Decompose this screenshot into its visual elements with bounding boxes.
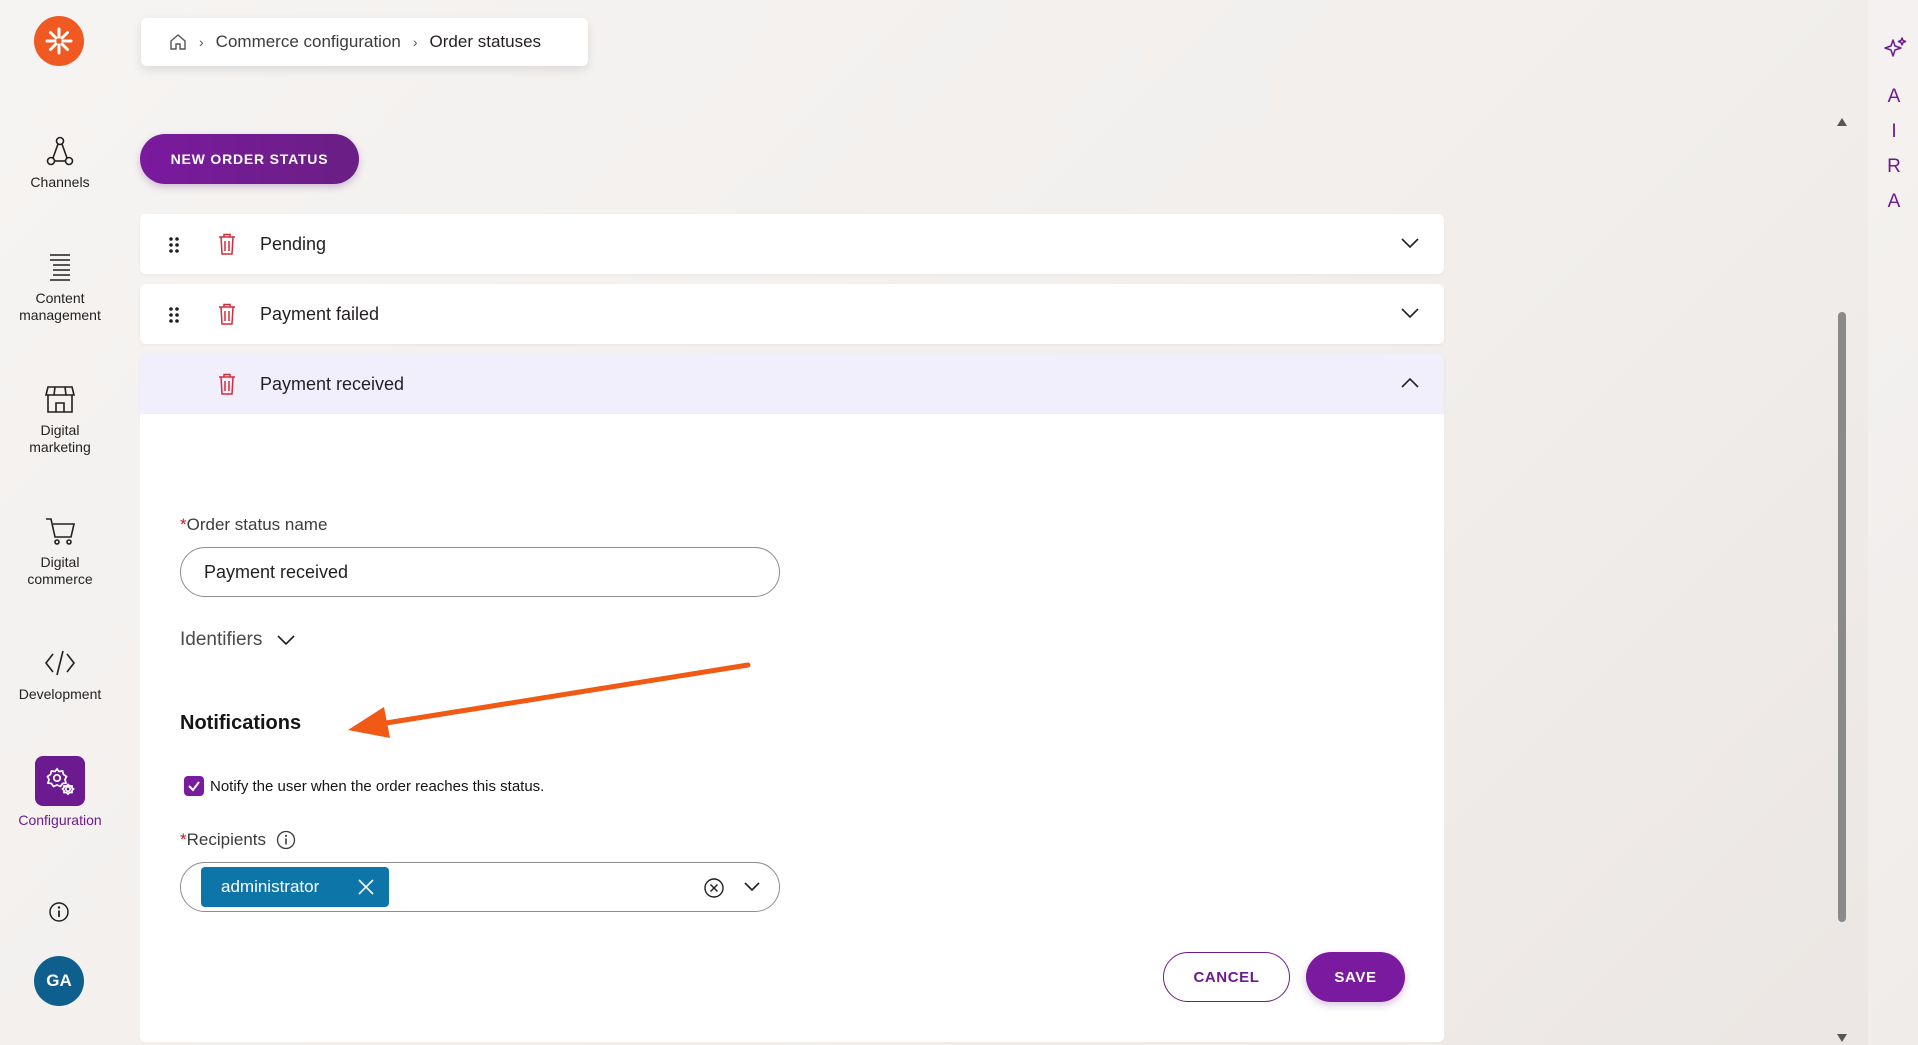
trash-icon[interactable]: [218, 373, 236, 395]
left-navigation: Channels Content management Digital mark…: [0, 0, 120, 1045]
recipients-label: * Recipients: [180, 830, 296, 850]
scrollbar-thumb[interactable]: [1838, 312, 1846, 922]
app-logo[interactable]: [34, 16, 84, 66]
nav-label: Configuration: [18, 812, 102, 828]
required-mark: *: [180, 515, 187, 534]
nav-label: Development: [18, 686, 102, 702]
order-status-form: *Order status name Identifiers Notificat…: [140, 414, 1444, 1042]
status-row-label: Payment received: [260, 373, 405, 394]
drag-handle-icon[interactable]: [168, 306, 180, 324]
recipients-label-text: Recipients: [186, 830, 266, 849]
notify-checkbox-row[interactable]: Notify the user when the order reaches t…: [184, 776, 544, 796]
order-status-name-input[interactable]: [180, 547, 780, 597]
channels-icon: [46, 136, 74, 166]
status-row-label: Pending: [260, 233, 327, 254]
order-status-name-label-text: Order status name: [186, 515, 328, 534]
logo-icon: [45, 27, 73, 55]
required-mark: *: [180, 830, 187, 849]
order-status-name-label: *Order status name: [180, 515, 327, 535]
nav-label: marketing: [29, 439, 91, 455]
breadcrumb-separator-icon: ›: [199, 34, 204, 50]
chevron-down-icon[interactable]: [743, 881, 761, 893]
nav-item-development[interactable]: Development: [0, 646, 120, 703]
nav-item-content-management[interactable]: Content management: [0, 250, 120, 324]
cancel-button[interactable]: CANCEL: [1163, 952, 1290, 1002]
storefront-icon: [44, 386, 76, 413]
breadcrumb: › Commerce configuration › Order statuse…: [141, 18, 588, 66]
gear-icon: [46, 767, 75, 796]
checkmark-icon: [188, 781, 200, 792]
trash-icon[interactable]: [218, 303, 236, 325]
status-row-payment-failed[interactable]: Payment failed: [140, 284, 1444, 344]
drag-handle-icon[interactable]: [168, 236, 180, 254]
breadcrumb-current: Order statuses: [429, 32, 542, 51]
nav-label: management: [19, 307, 101, 323]
aira-letter[interactable]: A: [1884, 191, 1904, 213]
home-icon[interactable]: [169, 33, 187, 51]
nav-label: Digital: [40, 422, 80, 438]
recipient-tag: administrator: [201, 867, 389, 907]
nav-item-channels[interactable]: Channels: [0, 134, 120, 191]
info-icon[interactable]: [48, 901, 70, 923]
clear-all-icon[interactable]: [703, 877, 725, 899]
nav-item-configuration[interactable]: Configuration: [0, 756, 120, 829]
breadcrumb-link[interactable]: Commerce configuration: [216, 32, 401, 52]
content-list-icon: [50, 254, 70, 281]
chevron-down-icon: [277, 635, 295, 646]
recipient-tag-label: administrator: [221, 877, 320, 896]
configuration-icon-box: [35, 756, 85, 806]
nav-item-digital-marketing[interactable]: Digital marketing: [0, 382, 120, 456]
aira-letter[interactable]: R: [1884, 156, 1904, 178]
notify-label: Notify the user when the order reaches t…: [210, 777, 545, 795]
status-row-label: Payment failed: [260, 303, 380, 324]
trash-icon[interactable]: [218, 233, 236, 255]
user-avatar[interactable]: GA: [34, 956, 84, 1006]
recipients-multiselect[interactable]: administrator: [180, 862, 780, 912]
aira-letter[interactable]: I: [1884, 121, 1904, 143]
save-button[interactable]: SAVE: [1306, 952, 1405, 1002]
annotation-arrow: [348, 662, 751, 738]
nav-label: Digital: [40, 554, 80, 570]
scroll-up-icon[interactable]: [1837, 118, 1847, 126]
new-order-status-button[interactable]: NEW ORDER STATUS: [140, 134, 359, 184]
remove-tag-icon[interactable]: [357, 878, 375, 896]
aira-letter[interactable]: A: [1884, 86, 1904, 108]
code-icon: [44, 650, 76, 676]
identifiers-label: Identifiers: [180, 629, 263, 650]
nav-label: Content: [35, 290, 85, 306]
nav-label: commerce: [27, 571, 93, 587]
chevron-down-icon[interactable]: [1400, 306, 1420, 320]
breadcrumb-separator-icon: ›: [412, 34, 418, 50]
nav-label: Channels: [30, 174, 90, 190]
identifiers-toggle[interactable]: Identifiers: [180, 629, 296, 651]
scroll-down-icon[interactable]: [1837, 1034, 1847, 1042]
notify-checkbox[interactable]: [184, 776, 204, 796]
chevron-up-icon[interactable]: [1400, 376, 1420, 390]
chevron-down-icon[interactable]: [1400, 236, 1420, 250]
info-icon[interactable]: [276, 830, 296, 850]
status-row-pending[interactable]: Pending: [140, 214, 1444, 274]
ai-sparkle-icon[interactable]: [1883, 36, 1907, 60]
status-row-payment-received[interactable]: Payment received: [140, 354, 1444, 414]
notifications-heading: Notifications: [180, 712, 302, 734]
nav-item-digital-commerce[interactable]: Digital commerce: [0, 514, 120, 588]
cart-icon: [46, 518, 76, 545]
